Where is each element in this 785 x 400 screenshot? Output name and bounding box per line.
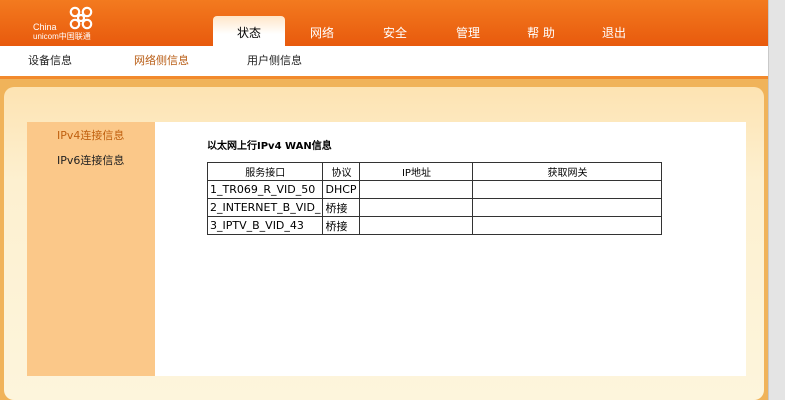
table-cell: [359, 216, 474, 235]
sub-nav: 设备信息 网络侧信息 用户侧信息: [0, 46, 768, 79]
tab-status[interactable]: 状态: [213, 16, 285, 46]
tab-logout[interactable]: 退出: [578, 16, 650, 46]
tab-help[interactable]: 帮 助: [505, 16, 577, 46]
left-sidebar: IPv4连接信息 IPv6连接信息: [27, 122, 155, 376]
unicom-knot-icon: [69, 6, 93, 30]
table-cell: [359, 198, 474, 217]
brand-line-1: China: [33, 22, 57, 32]
table-cell: 1_TR069_R_VID_50: [206, 180, 324, 199]
table-row: 3_IPTV_B_VID_43 桥接: [206, 216, 663, 235]
table-row: 2_INTERNET_B_VID_ 桥接: [206, 198, 663, 217]
sidebar-item-ipv6[interactable]: IPv6连接信息: [57, 152, 124, 168]
table-cell: [472, 198, 663, 217]
china-unicom-logo: China unicom中国联通: [33, 2, 113, 44]
table-cell: [472, 180, 663, 199]
tab-management[interactable]: 管理: [432, 16, 504, 46]
subnav-device-info[interactable]: 设备信息: [28, 52, 72, 68]
table-cell: [359, 180, 474, 199]
table-cell: 3_IPTV_B_VID_43: [206, 216, 324, 235]
main-content: 以太网上行IPv4 WAN信息 服务接口 协议 IP地址 获取网关 1_TR06…: [155, 122, 746, 376]
subnav-user-side-info[interactable]: 用户侧信息: [247, 52, 302, 68]
column-header: 服务接口: [206, 162, 324, 181]
table-row: 1_TR069_R_VID_50 DHCP: [206, 180, 663, 199]
top-header: China unicom中国联通 状态 网络 安全 管理 帮 助 退出: [0, 0, 785, 46]
column-header: 协议: [322, 162, 361, 181]
vertical-scrollbar[interactable]: [768, 0, 785, 400]
sidebar-item-ipv4[interactable]: IPv4连接信息: [57, 127, 124, 143]
table-cell: [472, 216, 663, 235]
table-cell: 桥接: [322, 198, 361, 217]
page-title: 以太网上行IPv4 WAN信息: [207, 141, 332, 152]
tab-security[interactable]: 安全: [359, 16, 431, 46]
wan-info-table: 服务接口 协议 IP地址 获取网关 1_TR069_R_VID_50 DHCP …: [206, 162, 663, 235]
column-header: 获取网关: [472, 162, 663, 181]
table-cell: 桥接: [322, 216, 361, 235]
table-cell: DHCP: [322, 180, 361, 199]
table-cell: 2_INTERNET_B_VID_: [206, 198, 324, 217]
brand-line-2: unicom中国联通: [33, 32, 91, 41]
table-header-row: 服务接口 协议 IP地址 获取网关: [206, 162, 663, 181]
tab-network[interactable]: 网络: [286, 16, 358, 46]
subnav-network-side-info[interactable]: 网络侧信息: [134, 52, 189, 68]
column-header: IP地址: [359, 162, 474, 181]
